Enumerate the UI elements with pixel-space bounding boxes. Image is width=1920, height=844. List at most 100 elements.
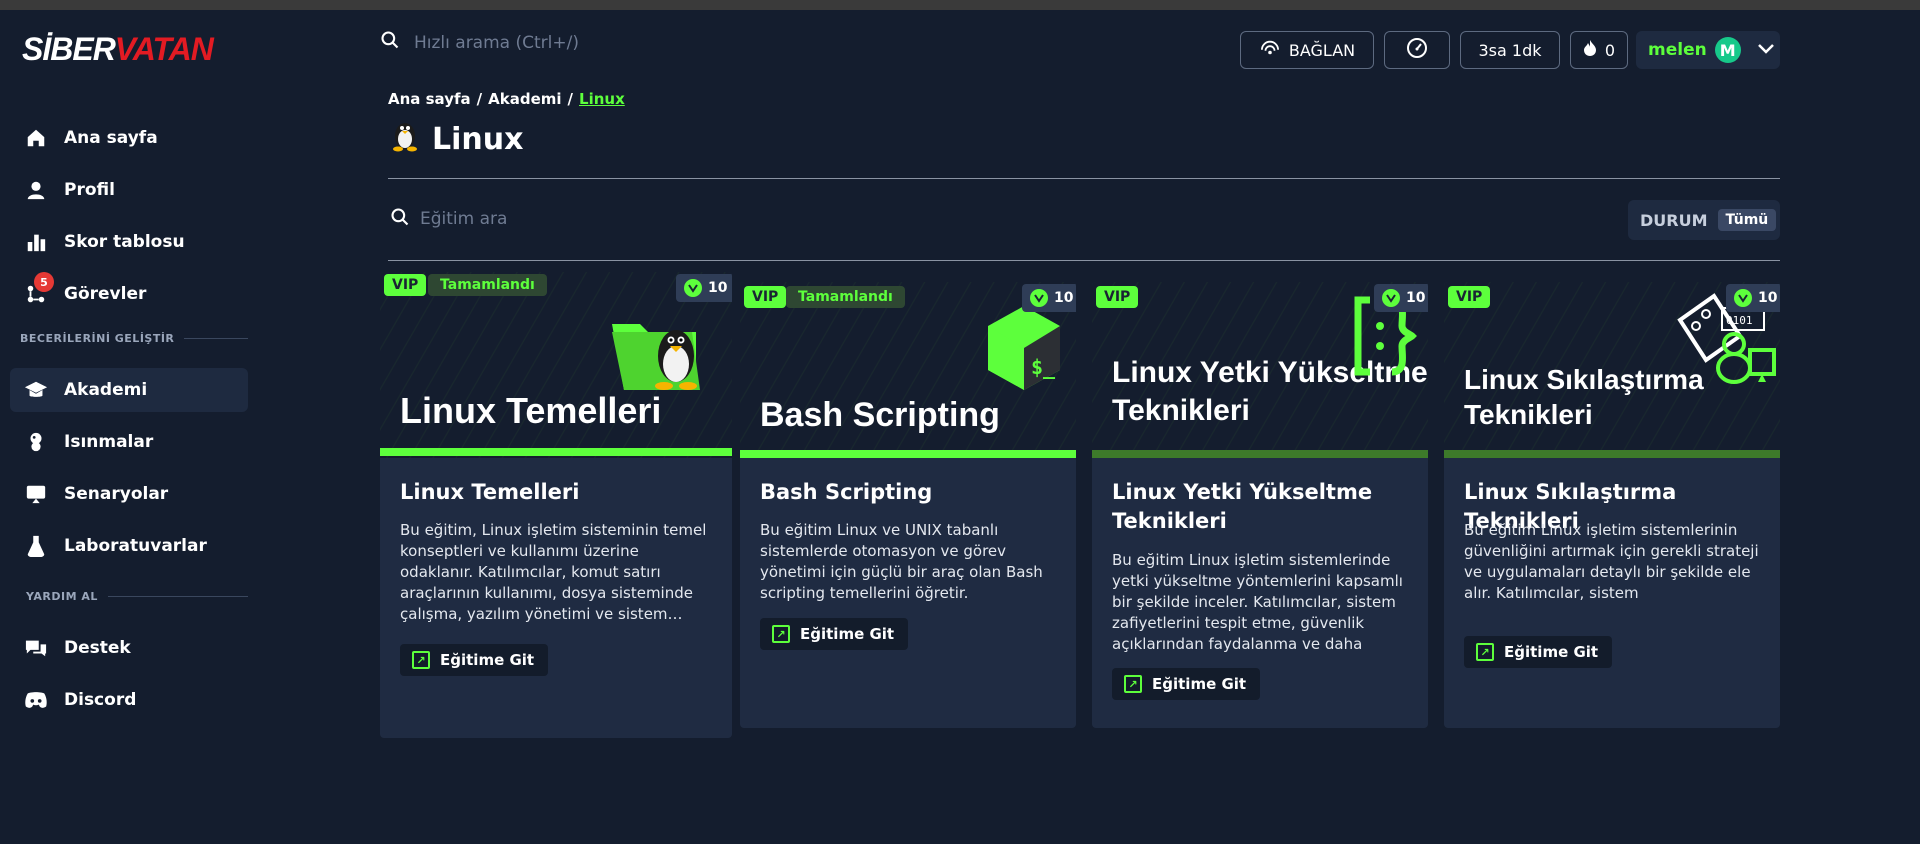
graduation-cap-icon (22, 376, 50, 404)
page-title-text: Linux (432, 121, 524, 157)
sidebar-item-support[interactable]: Destek (10, 626, 248, 670)
completed-tag: Tamamlandı (786, 286, 905, 308)
points-value: 10 (1054, 290, 1074, 306)
flame-icon (1583, 39, 1597, 61)
avatar: M (1714, 37, 1741, 63)
course-card[interactable]: Linux Yetki Yükseltme Teknikleri VIP 10 … (1092, 282, 1428, 728)
sidebar: SİBER VATAN Ana sayfa Profil Skor tablosu… (0, 10, 260, 844)
points-icon (684, 279, 702, 297)
sidebar-item-profile[interactable]: Profil (10, 168, 248, 212)
go-to-course-button[interactable]: ↗ Eğitime Git (400, 644, 549, 676)
breadcrumb: Ana sayfa / Akademi / Linux (388, 90, 625, 108)
sidebar-item-label: Laboratuvarlar (64, 536, 207, 556)
course-card[interactable]: Linux Temelleri VIP Tamamlandı 10 Linux … (380, 272, 732, 738)
browser-top-strip (0, 0, 1920, 10)
streak-button[interactable]: 0 (1570, 31, 1628, 69)
course-title: Linux Yetki Yükseltme Teknikleri (1112, 480, 1373, 534)
search-icon (390, 207, 410, 231)
bar-chart-icon (22, 228, 50, 256)
vip-tag: VIP (384, 274, 427, 296)
sidebar-item-scenarios[interactable]: Senaryolar (10, 472, 248, 516)
external-link-icon: ↗ (1124, 675, 1142, 693)
sidebar-item-label: Destek (64, 638, 131, 658)
warmup-icon (22, 428, 50, 456)
status-filter[interactable]: DURUM Tümü (1628, 200, 1780, 240)
breadcrumb-separator: / (567, 90, 574, 108)
points-value: 10 (1406, 290, 1426, 306)
svg-text:0101: 0101 (1726, 314, 1753, 327)
points-value: 10 (1758, 290, 1778, 306)
go-to-course-label: Eğitime Git (1504, 643, 1599, 661)
sidebar-item-warmups[interactable]: Isınmalar (10, 420, 248, 464)
sidebar-item-label: Ana sayfa (64, 128, 158, 148)
sidebar-item-home[interactable]: Ana sayfa (10, 116, 248, 160)
go-to-course-button[interactable]: ↗ Eğitime Git (760, 618, 909, 650)
course-description: Bu eğitim Linux işletim sistemlerinin gü… (1464, 521, 1759, 602)
sidebar-item-label: Görevler (64, 284, 147, 304)
breadcrumb-academy[interactable]: Akademi (488, 90, 561, 108)
logo[interactable]: SİBER VATAN (22, 26, 214, 72)
logo-text-part1: SİBER (22, 30, 116, 67)
logo-text-part2: VATAN (114, 30, 214, 67)
sidebar-item-scoreboard[interactable]: Skor tablosu (10, 220, 248, 264)
connect-button[interactable]: BAĞLAN (1240, 31, 1374, 69)
time-remaining-button[interactable]: 3sa 1dk (1460, 31, 1560, 69)
points-badge: 10 (1726, 284, 1780, 312)
course-description: Bu eğitim, Linux işletim sisteminin teme… (400, 521, 707, 623)
sidebar-item-label: Akademi (64, 380, 148, 400)
vip-tag: VIP (744, 286, 787, 308)
course-title: Linux Temelleri (400, 480, 580, 504)
home-icon (22, 124, 50, 152)
points-badge: 10 (676, 274, 732, 302)
sidebar-item-label: Senaryolar (64, 484, 169, 504)
section-label-help: YARDIM AL (20, 590, 248, 603)
course-progress-bar (1092, 450, 1428, 458)
go-to-course-button[interactable]: ↗ Eğitime Git (1464, 636, 1613, 668)
flask-icon (22, 532, 50, 560)
points-value: 10 (708, 280, 728, 296)
sidebar-item-label: Isınmalar (64, 432, 154, 452)
course-card[interactable]: Bash Scripting $_ VIP Tamamlandı 10 Bash… (740, 282, 1076, 728)
course-progress-bar (1444, 450, 1780, 458)
connect-label: BAĞLAN (1288, 40, 1356, 60)
course-description: Bu eğitim Linux işletim sistemlerinde ye… (1112, 551, 1403, 653)
search-icon (380, 30, 400, 55)
go-to-course-label: Eğitime Git (1152, 675, 1247, 693)
breadcrumb-current[interactable]: Linux (579, 90, 625, 108)
course-progress-bar (380, 448, 732, 456)
status-filter-value: Tümü (1717, 209, 1777, 231)
section-label-develop: BECERİLERİNİ GELİŞTİR (20, 332, 248, 345)
sidebar-item-academy[interactable]: Akademi (10, 368, 248, 412)
tasks-badge: 5 (34, 272, 54, 292)
speedometer-icon (1405, 36, 1429, 64)
sidebar-item-discord[interactable]: Discord (10, 678, 248, 722)
points-icon (1030, 289, 1048, 307)
go-to-course-label: Eğitime Git (800, 625, 895, 643)
course-progress-bar (740, 450, 1076, 458)
user-icon (22, 176, 50, 204)
page-title: Linux (388, 118, 523, 160)
course-card[interactable]: Linux Sıkılaştırma Teknikleri 0101 VIP 1… (1444, 282, 1780, 728)
user-menu[interactable]: melen M (1636, 31, 1780, 69)
vip-tag: VIP (1096, 286, 1139, 308)
speed-button[interactable] (1384, 31, 1450, 69)
global-search-input[interactable] (414, 32, 834, 53)
external-link-icon: ↗ (1476, 643, 1494, 661)
course-description: Bu eğitim Linux ve UNIX tabanlı sistemle… (760, 521, 1043, 602)
sidebar-item-labs[interactable]: Laboratuvarlar (10, 524, 248, 568)
course-title: Bash Scripting (760, 480, 933, 504)
breadcrumb-home[interactable]: Ana sayfa (388, 90, 471, 108)
sidebar-item-label: Skor tablosu (64, 232, 185, 252)
sidebar-item-label: Profil (64, 180, 115, 200)
vip-tag: VIP (1448, 286, 1491, 308)
course-search-input[interactable] (420, 209, 820, 229)
status-filter-label: DURUM (1640, 210, 1708, 230)
svg-text:$_: $_ (1031, 355, 1056, 379)
go-to-course-button[interactable]: ↗ Eğitime Git (1112, 668, 1261, 700)
completed-tag: Tamamlandı (428, 274, 547, 296)
discord-icon (22, 686, 50, 714)
tux-icon (388, 118, 422, 160)
global-search (380, 30, 834, 55)
points-icon (1734, 289, 1752, 307)
sidebar-item-tasks[interactable]: 5 Görevler (10, 272, 248, 316)
